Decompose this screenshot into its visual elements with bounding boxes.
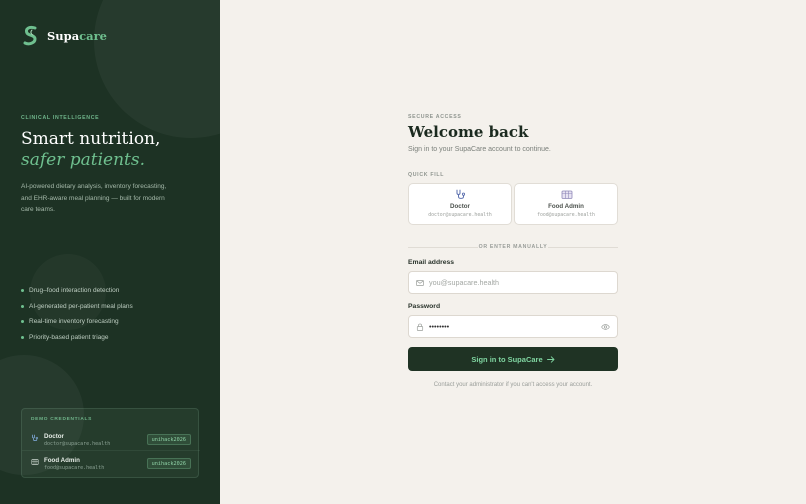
demo-credential-row: Doctor doctor@supacare.health unihack202… (22, 429, 200, 451)
divider-line (548, 247, 618, 248)
feature-item: AI-generated per-patient meal plans (21, 299, 133, 315)
page-subtitle: Sign in to your SupaCare account to cont… (408, 146, 551, 153)
demo-credentials-title: DEMO CREDENTIALS (31, 417, 93, 422)
decorative-circle (94, 0, 220, 138)
lock-icon (416, 323, 424, 331)
demo-password-badge: unihack2026 (146, 434, 191, 445)
quick-fill-role: Doctor (450, 203, 470, 210)
eye-icon[interactable] (601, 323, 610, 331)
headline-line-2: safer patients. (21, 150, 145, 170)
feature-item: Priority-based patient triage (21, 330, 133, 346)
sign-in-button[interactable]: Sign in to SupaCare (408, 347, 618, 371)
demo-credential-row: Food Admin food@supacare.health unihack2… (22, 453, 200, 475)
password-label: Password (408, 303, 441, 310)
food-tray-icon (31, 459, 39, 465)
hero-eyebrow: CLINICAL INTELLIGENCE (21, 115, 100, 121)
quick-fill-label: QUICK FILL (408, 172, 445, 178)
headline-line-1: Smart nutrition, (21, 129, 161, 149)
demo-role: Food Admin (44, 457, 80, 464)
feature-item: Drug–food interaction detection (21, 283, 133, 299)
hero-headline: Smart nutrition, safer patients. (21, 129, 160, 171)
hero-description: AI-powered dietary analysis, inventory f… (21, 183, 167, 213)
bullet-dot (21, 320, 24, 324)
bullet-dot (21, 336, 24, 340)
quick-fill-doctor-button[interactable]: Doctor doctor@supacare.health (408, 183, 512, 225)
bullet-dot (21, 304, 24, 308)
email-field[interactable] (429, 273, 599, 292)
demo-credentials-card: DEMO CREDENTIALS Doctor doctor@supacare.… (21, 408, 200, 478)
quick-fill-food-admin-button[interactable]: Food Admin food@supacare.health (514, 183, 618, 225)
email-field-container (408, 271, 618, 294)
email-label: Email address (408, 259, 455, 266)
logo: Supacare (22, 25, 107, 47)
stethoscope-icon (32, 434, 38, 442)
form-eyebrow: SECURE ACCESS (408, 114, 462, 120)
stethoscope-icon (456, 189, 466, 199)
demo-email: doctor@supacare.health (44, 441, 111, 447)
password-field-container (408, 315, 618, 338)
supacare-logo-icon (23, 25, 37, 46)
quick-fill-role: Food Admin (548, 203, 584, 210)
bullet-dot (21, 289, 24, 293)
arrow-right-icon (546, 355, 555, 363)
feature-item: Real-time inventory forecasting (21, 314, 133, 330)
helper-text: Contact your administrator if you can't … (433, 382, 593, 388)
food-tray-icon (561, 190, 573, 199)
brand-panel: Supacare CLINICAL INTELLIGENCE Smart nut… (0, 0, 220, 504)
password-field[interactable] (429, 317, 599, 336)
feature-list: Drug–food interaction detection AI-gener… (21, 283, 133, 345)
demo-email: food@supacare.health (44, 465, 105, 471)
page-title: Welcome back (408, 123, 529, 141)
quick-fill-email: doctor@supacare.health (428, 213, 492, 218)
demo-role: Doctor (44, 433, 64, 440)
quick-fill-email: food@supacare.health (537, 213, 595, 218)
mail-icon (416, 280, 424, 286)
sign-in-label: Sign in to SupaCare (471, 354, 543, 364)
demo-password-badge: unihack2026 (146, 458, 191, 469)
or-divider: OR ENTER MANUALLY (408, 244, 618, 251)
logo-wordmark: Supacare (47, 29, 108, 43)
